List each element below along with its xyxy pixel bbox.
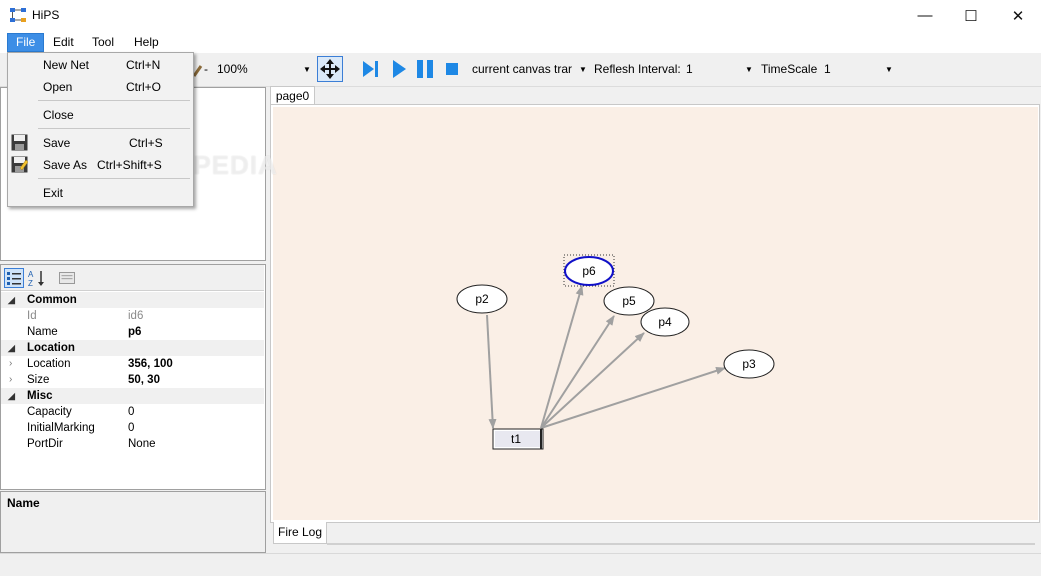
property-row-size[interactable]: › Size 50, 30: [1, 372, 264, 388]
menu-item-open[interactable]: Open Ctrl+O: [8, 76, 193, 98]
property-description: Name: [0, 491, 266, 553]
chevron-down-icon: ▼: [745, 64, 753, 74]
play-icon[interactable]: [388, 58, 410, 80]
transition-label-t1: t1: [511, 432, 521, 446]
title-bar: [0, 0, 1041, 32]
place-label-p4: p4: [658, 315, 672, 329]
property-row-id[interactable]: Id id6: [1, 308, 264, 324]
timescale-combo[interactable]: 1 ▼: [820, 59, 896, 79]
arc-t1-p3[interactable]: [540, 366, 726, 429]
chevron-down-icon: ▼: [579, 64, 587, 74]
menu-item-new-net[interactable]: New Net Ctrl+N: [8, 54, 193, 76]
menu-edit[interactable]: Edit: [45, 33, 82, 51]
mode-combo[interactable]: current canvas trar ▼: [468, 59, 590, 79]
svg-text:A: A: [28, 270, 34, 279]
description-title: Name: [7, 496, 40, 510]
minimize-button[interactable]: —: [902, 0, 948, 31]
place-label-p3: p3: [742, 357, 756, 371]
menu-item-exit[interactable]: Exit: [8, 182, 193, 204]
timescale-value: 1: [824, 62, 831, 76]
property-row-port-dir[interactable]: PortDir None: [1, 436, 264, 452]
svg-text:Z: Z: [28, 279, 33, 288]
refresh-interval-value: 1: [686, 62, 693, 76]
menu-tool[interactable]: Tool: [84, 33, 122, 51]
menu-item-save[interactable]: Save Ctrl+S: [8, 132, 193, 154]
chevron-down-icon: ▼: [303, 64, 311, 74]
menu-item-save-as[interactable]: Save As Ctrl+Shift+S: [8, 154, 193, 176]
pause-icon[interactable]: [414, 58, 436, 80]
zoom-out-label[interactable]: -: [204, 62, 208, 76]
zoom-combo[interactable]: 100% ▼: [213, 59, 314, 79]
property-row-location[interactable]: › Location 356, 100: [1, 356, 264, 372]
zoom-value: 100%: [217, 62, 248, 76]
category-common[interactable]: ◢ Common: [1, 292, 264, 308]
menu-separator: [38, 178, 190, 179]
status-bar: [0, 553, 1041, 576]
net-diagram[interactable]: p6 p2 p5 p4 p3 t1: [273, 107, 1038, 520]
window-title: HiPS: [32, 8, 60, 22]
net-canvas[interactable]: p6 p2 p5 p4 p3 t1: [273, 107, 1038, 520]
close-button[interactable]: ✕: [995, 0, 1041, 31]
chevron-down-icon: ◢: [8, 391, 15, 401]
chevron-right-icon[interactable]: ›: [9, 356, 12, 372]
place-label-p6: p6: [582, 264, 596, 278]
move-icon[interactable]: [317, 56, 343, 82]
maximize-button[interactable]: ☐: [948, 0, 994, 31]
sort-alphabetical-icon[interactable]: A Z: [27, 268, 47, 288]
arc-t1-p6[interactable]: [540, 285, 584, 429]
property-row-name[interactable]: Name p6: [1, 324, 264, 340]
property-pages-icon[interactable]: [58, 269, 76, 287]
menu-separator: [38, 100, 190, 101]
menu-help[interactable]: Help: [126, 33, 167, 51]
tab-fire-log[interactable]: Fire Log: [273, 522, 327, 544]
timescale-label: TimeScale: [761, 62, 818, 76]
place-label-p5: p5: [622, 294, 636, 308]
chevron-right-icon[interactable]: ›: [9, 372, 12, 388]
chevron-down-icon: ▼: [885, 64, 893, 74]
menu-item-close[interactable]: Close: [8, 104, 193, 126]
stop-icon[interactable]: [442, 58, 464, 80]
property-row-initial-marking[interactable]: InitialMarking 0: [1, 420, 264, 436]
refresh-interval-combo[interactable]: 1 ▼: [682, 59, 756, 79]
arc-p2-t1[interactable]: [486, 314, 497, 429]
menu-file[interactable]: File: [7, 33, 45, 52]
chevron-down-icon: ◢: [8, 295, 15, 305]
category-misc[interactable]: ◢ Misc: [1, 388, 264, 404]
step-icon[interactable]: [360, 58, 382, 80]
menu-separator: [38, 128, 190, 129]
app-icon: [10, 8, 26, 22]
tab-page0[interactable]: page0: [270, 86, 315, 106]
log-divider: [327, 543, 1035, 545]
mode-value: current canvas trar: [472, 62, 573, 76]
property-row-capacity[interactable]: Capacity 0: [1, 404, 264, 420]
category-location[interactable]: ◢ Location: [1, 340, 264, 356]
chevron-down-icon: ◢: [8, 343, 15, 353]
categorized-icon[interactable]: [4, 268, 24, 288]
place-label-p2: p2: [475, 292, 489, 306]
refresh-interval-label: Reflesh Interval:: [594, 62, 681, 76]
